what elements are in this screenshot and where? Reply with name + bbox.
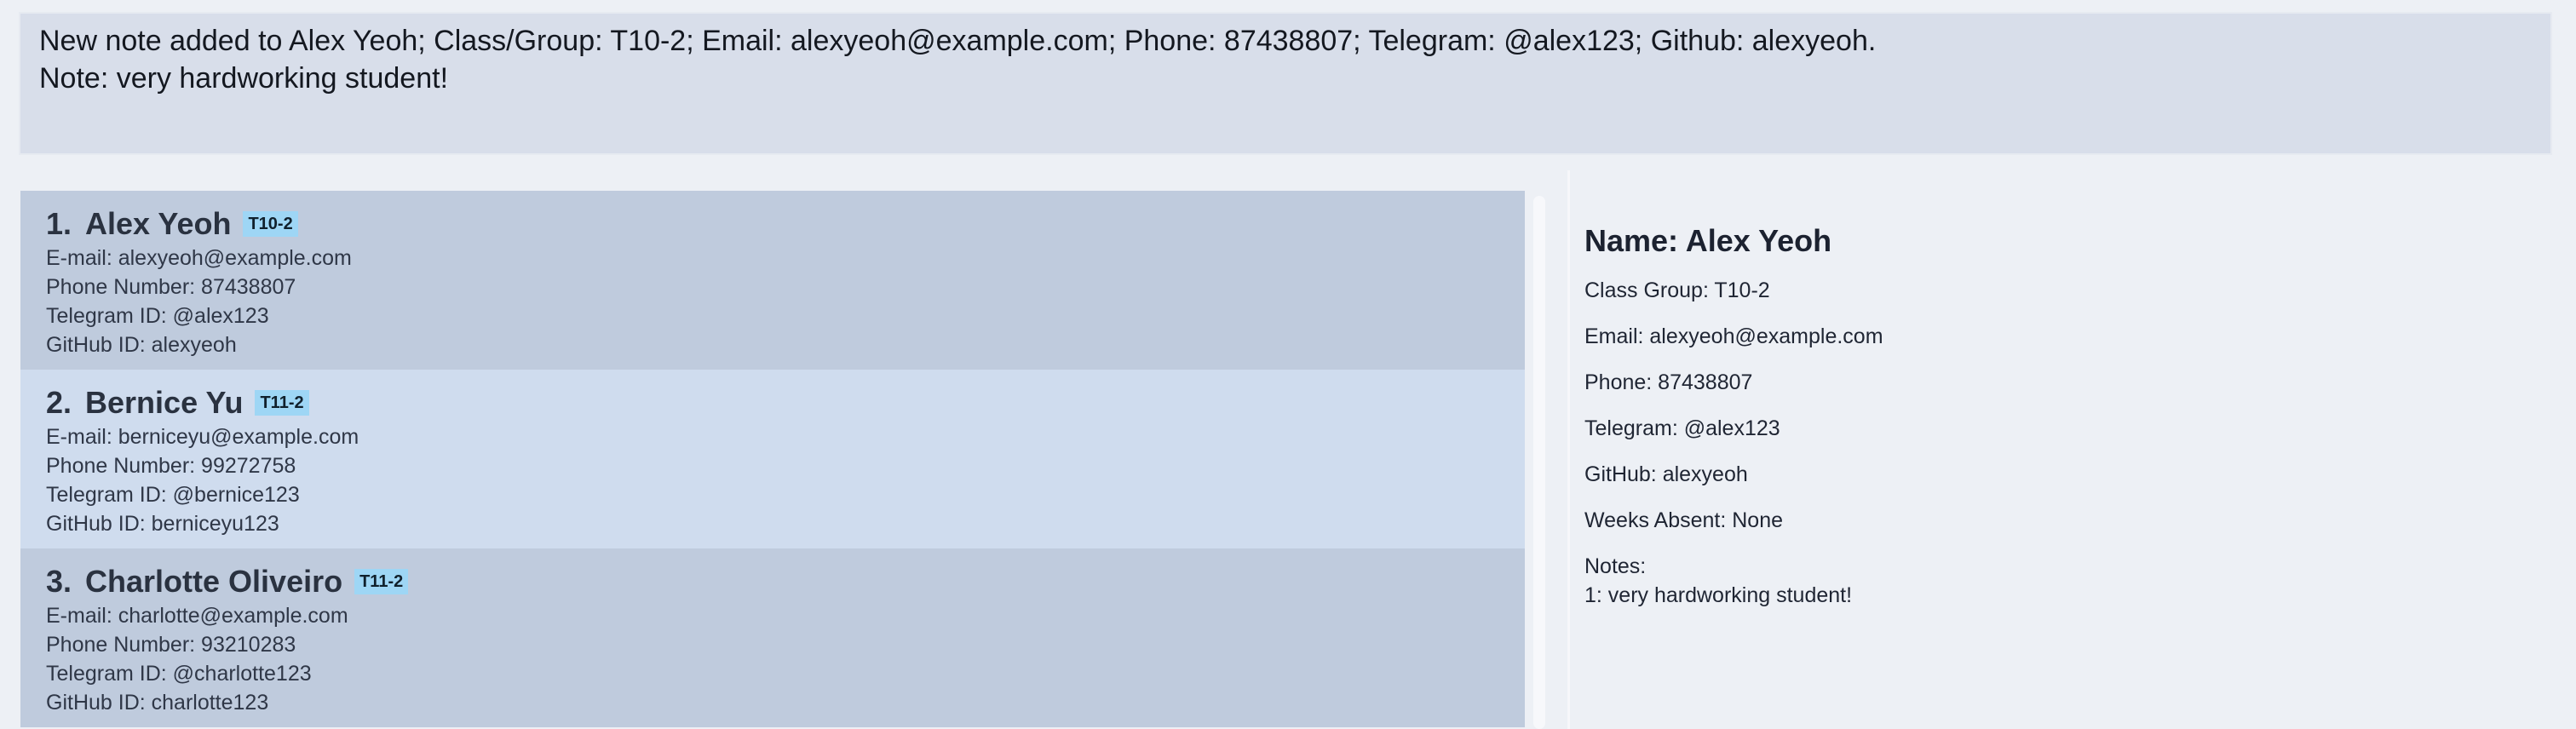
person-index: 1. (46, 206, 72, 241)
detail-name: Name: Alex Yeoh (1584, 223, 1832, 258)
person-card-header: 3. Charlotte Oliveiro T11-2 (46, 562, 1525, 601)
person-card-header: 1. Alex Yeoh T10-2 (46, 204, 1525, 244)
person-detail-panel: Name: Alex Yeoh Class Group: T10-2 Email… (1584, 223, 2521, 610)
person-email: E-mail: berniceyu@example.com (46, 425, 359, 449)
person-telegram: Telegram ID: @alex123 (46, 304, 269, 328)
class-group-tag: T11-2 (255, 390, 309, 416)
detail-class-group: Class Group: T10-2 (1584, 278, 1770, 302)
person-name: Bernice Yu (85, 385, 244, 420)
person-email: E-mail: charlotte@example.com (46, 604, 348, 628)
panel-divider[interactable] (1567, 170, 1570, 729)
person-name: Alex Yeoh (85, 206, 232, 241)
detail-notes-label: Notes: (1584, 554, 1647, 578)
person-card[interactable]: 2. Bernice Yu T11-2 E-mail: berniceyu@ex… (20, 370, 1525, 548)
person-index: 2. (46, 385, 72, 420)
detail-phone: Phone: 87438807 (1584, 370, 1753, 394)
person-name: Charlotte Oliveiro (85, 564, 343, 599)
person-github: GitHub ID: berniceyu123 (46, 512, 279, 536)
command-result-display: New note added to Alex Yeoh; Class/Group… (19, 12, 2552, 155)
detail-note-item: 1: very hardworking student! (1584, 583, 1853, 607)
person-phone: Phone Number: 87438807 (46, 275, 296, 299)
result-message-line-2: Note: very hardworking student! (39, 62, 449, 95)
person-list[interactable]: 1. Alex Yeoh T10-2 E-mail: alexyeoh@exam… (20, 191, 1525, 729)
detail-weeks-absent: Weeks Absent: None (1584, 508, 1784, 532)
person-card[interactable]: 3. Charlotte Oliveiro T11-2 E-mail: char… (20, 548, 1525, 727)
person-card-header: 2. Bernice Yu T11-2 (46, 383, 1525, 422)
person-telegram: Telegram ID: @bernice123 (46, 483, 300, 507)
detail-github: GitHub: alexyeoh (1584, 462, 1748, 486)
detail-email: Email: alexyeoh@example.com (1584, 324, 1883, 348)
person-github: GitHub ID: alexyeoh (46, 333, 237, 357)
person-index: 3. (46, 564, 72, 599)
class-group-tag: T11-2 (354, 569, 409, 594)
result-message-line-1: New note added to Alex Yeoh; Class/Group… (39, 25, 1877, 57)
person-telegram: Telegram ID: @charlotte123 (46, 662, 312, 686)
person-list-scrollbar[interactable] (1533, 196, 1545, 729)
person-github: GitHub ID: charlotte123 (46, 691, 269, 715)
detail-telegram: Telegram: @alex123 (1584, 416, 1780, 440)
person-phone: Phone Number: 99272758 (46, 454, 296, 478)
person-phone: Phone Number: 93210283 (46, 633, 296, 657)
class-group-tag: T10-2 (243, 211, 298, 237)
person-email: E-mail: alexyeoh@example.com (46, 246, 352, 270)
person-card[interactable]: 1. Alex Yeoh T10-2 E-mail: alexyeoh@exam… (20, 191, 1525, 370)
